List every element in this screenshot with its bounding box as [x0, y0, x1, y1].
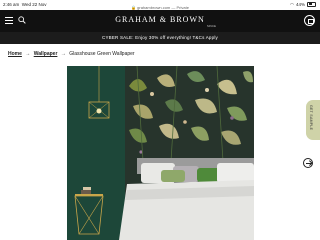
breadcrumb-home[interactable]: Home — [8, 51, 22, 57]
promo-text: CYBER SALE: Enjoy 30% off everything! T&… — [102, 35, 218, 40]
cart-icon[interactable] — [304, 15, 315, 26]
brand-since: SINCE — [206, 24, 216, 28]
breadcrumb-arrow-icon: → — [25, 51, 31, 57]
brand-name: GRAHAM & BROWN — [115, 15, 205, 24]
promo-banner[interactable]: CYBER SALE: Enjoy 30% off everything! T&… — [0, 32, 320, 44]
next-image-arrow-icon[interactable] — [303, 158, 313, 168]
product-image[interactable] — [67, 66, 254, 240]
brand-logo[interactable]: GRAHAM & BROWN SINCE — [0, 15, 320, 28]
breadcrumb-current: Glasshouse Green Wallpaper — [69, 51, 135, 57]
bed — [119, 158, 254, 240]
site-header: GRAHAM & BROWN SINCE — [0, 10, 320, 32]
get-sample-label: GET SAMPLE — [309, 105, 313, 131]
breadcrumb-wallpaper[interactable]: Wallpaper — [34, 51, 58, 57]
breadcrumb-arrow-icon: → — [60, 51, 66, 57]
breadcrumb: Home → Wallpaper → Glasshouse Green Wall… — [8, 51, 135, 57]
get-sample-tab[interactable]: GET SAMPLE — [306, 100, 320, 140]
